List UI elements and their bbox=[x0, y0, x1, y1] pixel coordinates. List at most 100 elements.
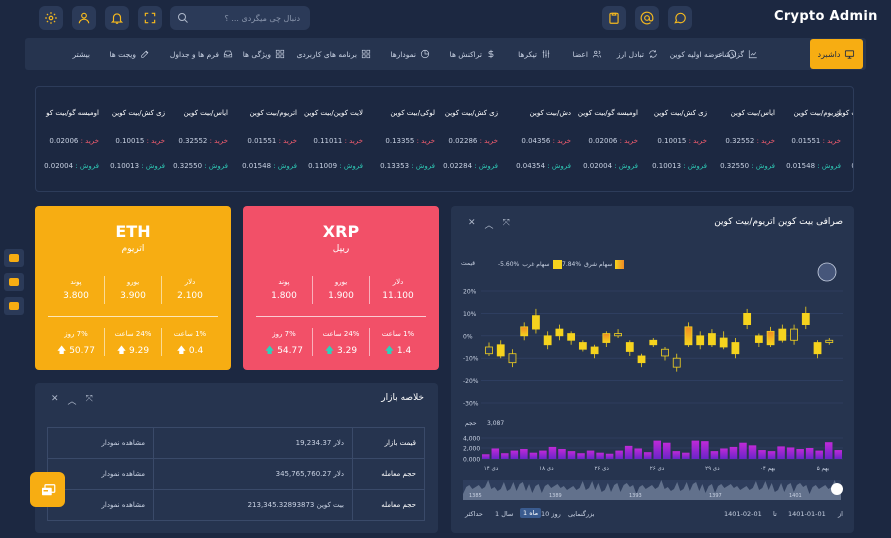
users-icon bbox=[592, 50, 602, 58]
nav-item-ico[interactable]: عرضه اولیه کوین bbox=[670, 46, 737, 62]
arrow-up-icon: 🡅 bbox=[265, 346, 275, 356]
nav-item-tickers[interactable]: تیکرها bbox=[518, 46, 551, 62]
price-value: 2.100 bbox=[177, 291, 203, 301]
nav-item-label: عرضه اولیه کوین bbox=[669, 49, 723, 59]
candle bbox=[614, 333, 622, 337]
close-icon[interactable]: ✕ bbox=[51, 394, 59, 407]
ticker-sell: فروش : 0.10013 bbox=[652, 162, 707, 170]
nav-item-members[interactable]: اعضا bbox=[573, 46, 602, 62]
dollar-icon bbox=[488, 49, 494, 59]
change-value-wrap: 3.29 🡅 bbox=[313, 343, 369, 359]
chat-icon[interactable] bbox=[668, 6, 692, 30]
view-chart-link[interactable]: مشاهده نمودار bbox=[47, 427, 154, 459]
nav-item-label: نمودارها bbox=[390, 49, 416, 59]
coin-card-eth: ETH اتریوم دلار 2.100 یورو 3.900 پوند 3.800… bbox=[35, 206, 231, 370]
buy-label: خرید : bbox=[688, 137, 707, 145]
volume-bar bbox=[567, 451, 576, 459]
change-label: 1% ساعت bbox=[173, 330, 207, 338]
at-icon[interactable] bbox=[635, 6, 659, 30]
collapse-icon[interactable]: ︿ bbox=[68, 394, 77, 407]
candle bbox=[555, 328, 564, 337]
candle bbox=[731, 342, 740, 355]
nav-item-charts[interactable]: نمودارها bbox=[390, 46, 430, 62]
candle bbox=[790, 328, 798, 341]
clipboard-icon[interactable] bbox=[602, 6, 626, 30]
candle bbox=[778, 328, 787, 341]
monitor-icon bbox=[845, 49, 855, 59]
price-ticker: ت کوین0.اتریوم/بیت کوینخرید : 0.01551فرو… bbox=[35, 86, 854, 192]
nav-item-features[interactable]: ویژگی ها bbox=[243, 46, 285, 62]
table-cell-value: 345,765,760.27 دلار bbox=[153, 458, 353, 490]
candlestick-chart[interactable]: 20% 10% 0% -10% -20% -30% حجم 3,087 4,000 2,000 0.… bbox=[451, 206, 854, 506]
nav-item-exchange[interactable]: تبادل ارز bbox=[617, 46, 658, 62]
change-value: 3.29 bbox=[337, 346, 358, 356]
ticker-buy: خرید : 0.04356 bbox=[521, 137, 571, 145]
ticker-buy: خرید : 0.01551 bbox=[791, 137, 841, 145]
ticker-buy: خرید : 0.02006 bbox=[588, 137, 638, 145]
nav-item-forms[interactable]: فرم ها و جداول bbox=[170, 46, 233, 62]
fullscreen-icon[interactable] bbox=[138, 6, 162, 30]
nav-item-dashboard[interactable]: داشبرد bbox=[810, 39, 863, 69]
sell-label: فروش : bbox=[751, 162, 775, 170]
navigator-handle bbox=[831, 483, 843, 495]
zoom-option[interactable]: 1 سال bbox=[495, 510, 513, 518]
ticker-buy: خرید : 0.02286 bbox=[448, 137, 498, 145]
buy-value: 0.04356 bbox=[521, 137, 551, 145]
nav-item-more[interactable]: بیشتر bbox=[73, 46, 90, 62]
zoom-option-active[interactable]: 1 ماه bbox=[520, 508, 542, 518]
sell-label: فروش : bbox=[75, 162, 99, 170]
floating-action-button[interactable] bbox=[30, 472, 65, 507]
nav-item-widgets[interactable]: ویجت ها bbox=[109, 46, 150, 62]
settings-icon[interactable] bbox=[39, 6, 63, 30]
ticker-item[interactable]: اومیسه گو/بیت کو خرید : 0.02006 فروش : 0.0… bbox=[36, 87, 99, 191]
sell-value: 0.02004 bbox=[44, 162, 74, 170]
sliders-icon bbox=[542, 50, 550, 58]
buy-value: 0.01551 bbox=[247, 137, 277, 145]
side-tab-briefcase[interactable] bbox=[4, 273, 24, 291]
change-value: 50.77 bbox=[69, 346, 95, 356]
table-row: مشاهده نمودار 19,234.37 دلار قیمت بازار bbox=[47, 427, 425, 459]
side-tab-coins[interactable] bbox=[4, 297, 24, 315]
expand-icon[interactable]: ⤧ bbox=[86, 394, 93, 407]
side-tab-wallet[interactable] bbox=[4, 249, 24, 267]
y-tick-label: -20% bbox=[463, 378, 479, 385]
zoom-option[interactable]: 10 روز bbox=[541, 510, 561, 518]
bell-icon[interactable] bbox=[105, 6, 129, 30]
panel-controls: ✕ ︿ ⤧ bbox=[51, 394, 93, 407]
table-row: مشاهده نمودار 345,765,760.27 دلار حجم مع… bbox=[47, 458, 425, 490]
exchange-icon bbox=[649, 50, 657, 58]
candle bbox=[543, 335, 552, 346]
candle bbox=[496, 344, 505, 357]
ticker-pair: اتریوم/بیت کوین bbox=[793, 109, 841, 117]
arrow-up-icon: 🡅 bbox=[57, 346, 67, 356]
y-tick-label: 10% bbox=[463, 311, 477, 318]
candle bbox=[754, 335, 763, 343]
chart-menu-button bbox=[817, 262, 837, 282]
nav-item-transactions[interactable]: تراکنش ها bbox=[450, 46, 496, 62]
ticker-buy: خرید : 0.32552 bbox=[178, 137, 228, 145]
volume-bar bbox=[796, 449, 804, 459]
search-icon bbox=[178, 13, 188, 23]
volume-bar bbox=[548, 446, 557, 459]
change-value: 0.4 bbox=[188, 346, 204, 356]
to-date[interactable]: 1401-02-01 bbox=[724, 510, 762, 518]
nav-item-apps[interactable]: برنامه های کاربردی bbox=[297, 46, 371, 62]
user-icon[interactable] bbox=[72, 6, 96, 30]
zoom-option[interactable]: حداکثر bbox=[465, 510, 483, 518]
search-input[interactable]: دنبال چی میگردی ... ؟ bbox=[170, 6, 310, 30]
price-label: دلار bbox=[184, 278, 196, 286]
y-tick-label: 0% bbox=[463, 333, 473, 340]
volume-bar bbox=[682, 452, 690, 459]
price-label: دلار bbox=[392, 278, 404, 286]
nav-item-label: ویژگی ها bbox=[242, 49, 271, 59]
from-date[interactable]: 1401-01-01 bbox=[788, 510, 826, 518]
ticker-buy: خرید : 0.01551 bbox=[247, 137, 297, 145]
change-label: 7% روز bbox=[272, 330, 296, 338]
ticker-sell: فروش : 0.01548 bbox=[786, 162, 841, 170]
ticker-sell: فروش : 0.02004 bbox=[44, 162, 99, 170]
price-cell: یورو 3.900 bbox=[104, 276, 161, 304]
sell-value: 0.04354 bbox=[516, 162, 546, 170]
price-value: 3.900 bbox=[120, 291, 146, 301]
ticker-sell: فروش : 0.04354 bbox=[516, 162, 571, 170]
change-value: 9.29 bbox=[129, 346, 150, 356]
